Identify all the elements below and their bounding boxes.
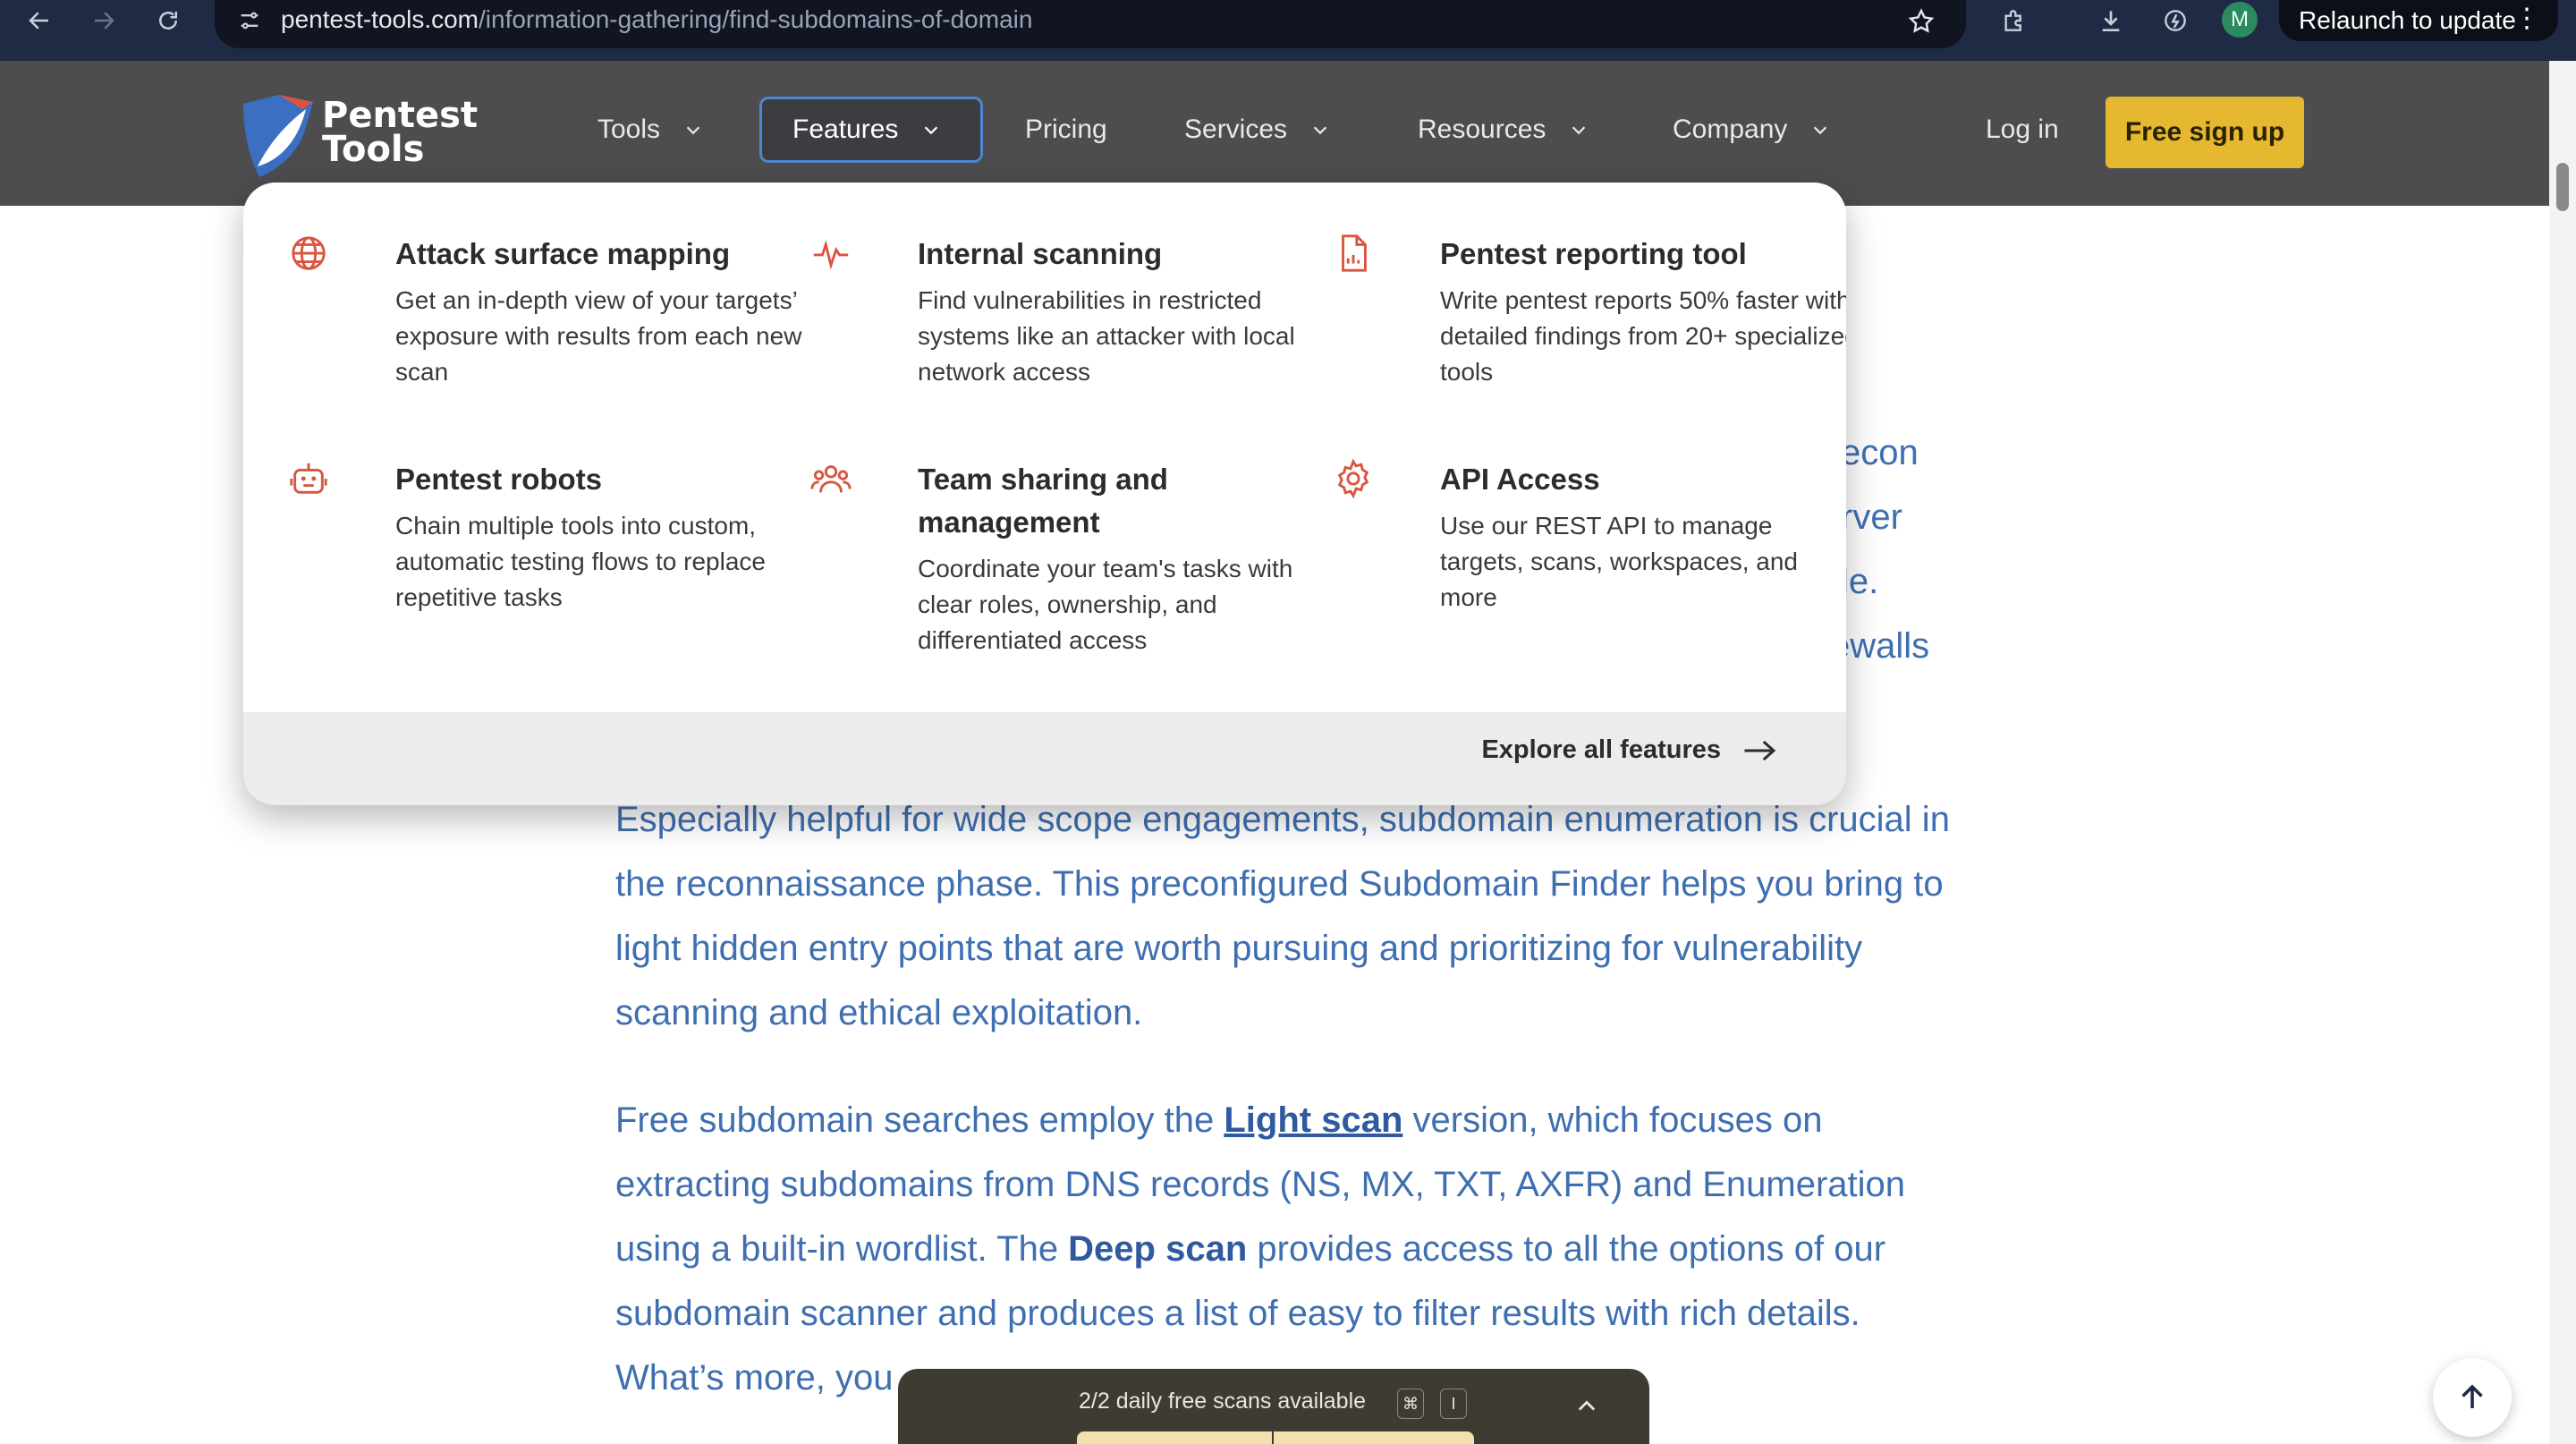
nav-tools[interactable]: Tools <box>597 97 703 163</box>
paragraph-text: Free subdomain searches employ the <box>615 1100 1224 1140</box>
logo-line-1: Pentest <box>322 95 479 136</box>
browser-menu-icon[interactable]: ⋮ <box>2513 5 2540 32</box>
nav-company-label: Company <box>1673 115 1788 144</box>
paragraph-subdomain-enumeration: Especially helpful for wide scope engage… <box>615 800 1950 1032</box>
nav-resources-label: Resources <box>1418 115 1546 144</box>
nav-services[interactable]: Services <box>1184 97 1330 163</box>
forward-button[interactable] <box>77 0 131 41</box>
profile-avatar[interactable]: M <box>2222 2 2258 38</box>
reload-icon <box>159 12 177 30</box>
nav-pricing[interactable]: Pricing <box>1025 97 1107 163</box>
deep-scan-text: Deep scan <box>1068 1229 1248 1269</box>
feature-title: API Access <box>1440 463 1600 496</box>
light-scan-link[interactable]: Light scan <box>1224 1100 1402 1140</box>
feature-description: Use our REST API to manage targets, scan… <box>1440 512 1798 611</box>
login-link[interactable]: Log in <box>1986 97 2059 163</box>
feature-title: Internal scanning <box>918 237 1163 270</box>
chevron-down-icon <box>686 126 700 135</box>
explore-all-features-link[interactable]: Explore all features <box>1481 735 1778 765</box>
back-arrow-icon <box>29 12 48 30</box>
star-icon <box>1908 8 1935 33</box>
page-scrollbar[interactable] <box>2549 61 2576 1444</box>
free-signup-button[interactable]: Free sign up <box>2106 97 2304 168</box>
tune-icon <box>241 12 258 30</box>
team-icon <box>810 465 852 493</box>
arrow-right-icon <box>1744 740 1776 760</box>
pentest-tools-logo[interactable]: Pentest Tools <box>240 91 490 177</box>
feature-title: Attack surface mapping <box>395 237 731 270</box>
logo-line-2: Tools <box>322 129 425 170</box>
paragraph-text: What’s more, you <box>615 1358 894 1397</box>
nav-resources[interactable]: Resources <box>1418 97 1589 163</box>
download-icon <box>2102 11 2120 31</box>
content-fragment: rver <box>1841 497 1902 537</box>
chevron-down-icon <box>1814 126 1827 135</box>
feature-description: Write pentest reports 50% faster with de… <box>1440 286 1846 386</box>
back-button[interactable] <box>13 0 66 41</box>
feature-description: Get an in-depth view of your targets’ ex… <box>395 286 802 386</box>
address-bar[interactable]: pentest-tools.com/information-gathering/… <box>215 0 1966 48</box>
report-file-icon <box>1342 234 1367 272</box>
chevron-down-icon <box>925 126 938 135</box>
reload-button[interactable] <box>141 0 195 41</box>
content-fragment: le. <box>1841 562 1879 601</box>
chevron-up-icon[interactable] <box>1574 1394 1599 1419</box>
pulse-icon <box>813 240 849 270</box>
relaunch-button[interactable]: Relaunch to update ⋮ <box>2279 0 2558 41</box>
robot-icon <box>290 463 327 494</box>
relaunch-label: Relaunch to update <box>2299 6 2516 34</box>
free-scans-label: 2/2 daily free scans available <box>1079 1389 1367 1414</box>
feature-description: Find vulnerabilities in restricted syste… <box>918 286 1295 386</box>
explore-label: Explore all features <box>1481 735 1721 764</box>
nav-company[interactable]: Company <box>1673 97 1830 163</box>
bookmark-button[interactable] <box>1903 4 1939 39</box>
scroll-to-top-button[interactable] <box>2433 1358 2512 1437</box>
puzzle-icon <box>2004 10 2021 31</box>
paragraph-scan-versions: Free subdomain searches employ the Light… <box>615 1088 1957 1410</box>
nav-features[interactable]: Features <box>759 97 984 163</box>
nav-features-label: Features <box>792 115 899 144</box>
chevron-down-icon <box>1313 126 1327 135</box>
nav-services-label: Services <box>1184 115 1288 144</box>
content-fragment: econ <box>1841 433 1919 472</box>
forward-arrow-icon <box>95 12 114 30</box>
feature-title: Team sharing and management <box>918 463 1168 539</box>
site-info-button[interactable] <box>229 4 270 38</box>
scrollbar-thumb[interactable] <box>2556 163 2569 211</box>
arrow-up-icon <box>2462 1384 2483 1408</box>
feature-title: Pentest robots <box>395 463 603 496</box>
globe-icon <box>292 236 326 270</box>
chevron-down-icon <box>1572 126 1586 135</box>
nav-tools-label: Tools <box>597 115 661 144</box>
feature-description: Chain multiple tools into custom, automa… <box>395 512 766 611</box>
widget-action-buttons[interactable] <box>1077 1431 1474 1444</box>
url-domain: pentest-tools.com <box>281 5 479 33</box>
url-text: pentest-tools.com/information-gathering/… <box>281 5 1032 34</box>
feature-description: Coordinate your team's tasks with clear … <box>918 555 1293 654</box>
downloads-button[interactable] <box>2084 0 2138 41</box>
extensions-button[interactable] <box>1987 0 2041 41</box>
feature-title: Pentest reporting tool <box>1440 237 1747 270</box>
shield-logo-icon <box>243 95 313 177</box>
shortcut-key-i: I <box>1440 1389 1467 1419</box>
article-body: Especially helpful for wide scope engage… <box>615 787 1957 1444</box>
browser-toolbar: pentest-tools.com/information-gathering/… <box>0 0 2576 61</box>
dropdown-footer: Explore all features <box>243 712 1846 805</box>
gear-icon <box>1337 458 1369 499</box>
shortcut-key-cmd: ⌘ <box>1397 1389 1424 1419</box>
nav-pricing-label: Pricing <box>1025 115 1107 144</box>
logo-wordmark: Pentest Tools <box>322 95 479 170</box>
url-path: /information-gathering/find-subdomains-o… <box>479 5 1033 33</box>
performance-button[interactable] <box>2148 0 2202 41</box>
features-dropdown: Attack surface mapping Get an in-depth v… <box>243 183 1846 805</box>
speed-icon <box>2165 10 2186 31</box>
dropdown-pointer <box>844 183 889 206</box>
free-scans-widget[interactable]: 2/2 daily free scans available ⌘ I <box>898 1369 1649 1444</box>
